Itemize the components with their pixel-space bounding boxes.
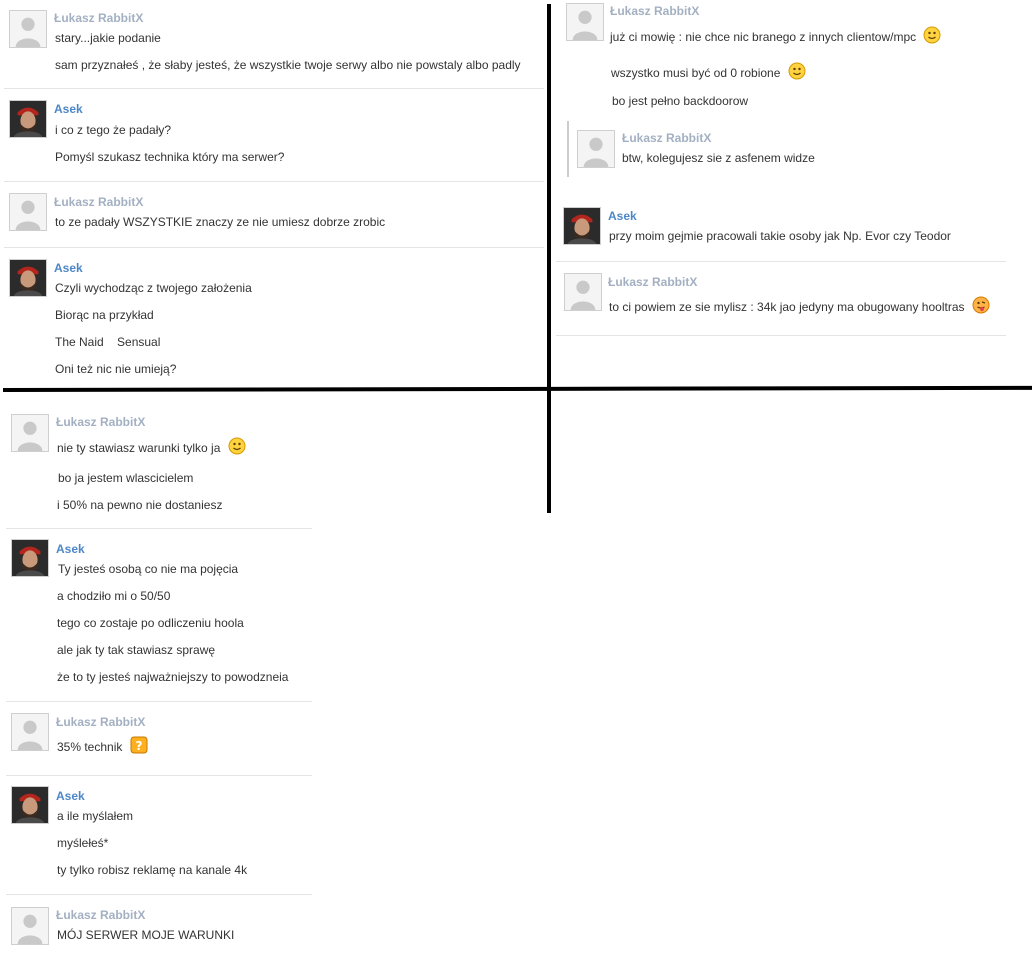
message-text: to ze padały WSZYSTKIE znaczy ze nie umi…: [55, 215, 386, 229]
message: Asek a ile myślałem myślełeś* ty tylko r…: [6, 776, 312, 895]
avatar-placeholder: [564, 273, 602, 311]
smile-emoticon-icon: [788, 62, 806, 83]
message-text: że to ty jesteś najważniejszy to powodzn…: [57, 670, 289, 684]
message-text: wszystko musi być od 0 robione: [611, 62, 806, 83]
avatar-placeholder: [11, 414, 49, 452]
message-text: przy moim gejmie pracowali takie osoby j…: [609, 229, 951, 243]
message-text-content: wszystko musi być od 0 robione: [611, 66, 781, 80]
message-text: bo ja jestem wlascicielem: [58, 471, 194, 485]
message-quoted: Łukasz RabbitX btw, kolegujesz sie z asf…: [574, 124, 1004, 176]
svg-text:?: ?: [135, 739, 142, 753]
message-text: Oni też nic nie umieją?: [55, 362, 177, 376]
message-text: Pomyśl szukasz technika który ma serwer?: [55, 150, 285, 164]
tongue-emoticon-icon: [972, 296, 990, 317]
avatar-placeholder: [9, 193, 47, 231]
sender-name[interactable]: Łukasz RabbitX: [54, 11, 143, 25]
sender-name[interactable]: Asek: [56, 542, 85, 556]
message-text: sam przyznałeś , że słaby jesteś, że wsz…: [55, 58, 521, 72]
message-text: i co z tego że padały?: [55, 123, 172, 137]
quote-bar: [567, 121, 569, 177]
sender-name[interactable]: Asek: [54, 102, 83, 116]
message: Asek przy moim gejmie pracowali takie os…: [556, 196, 1006, 262]
message: Łukasz RabbitX stary...jakie podanie sam…: [4, 4, 544, 89]
message-text: stary...jakie podanie: [55, 31, 161, 45]
message-text: Czyli wychodząc z twojego założenia: [55, 281, 252, 295]
message-text: nie ty stawiasz warunki tylko ja: [57, 437, 246, 458]
panel-top-left: Łukasz RabbitX stary...jakie podanie sam…: [0, 0, 548, 390]
message-text: ale jak ty tak stawiasz sprawę: [57, 643, 216, 657]
message: Asek Ty jesteś osobą co nie ma pojęcia a…: [6, 529, 312, 702]
message: Łukasz RabbitX MÓJ SERWER MOJE WARUNKI: [6, 895, 312, 961]
horizontal-divider-line: [2, 385, 1032, 392]
avatar-placeholder: [577, 130, 615, 168]
message-text: a ile myślałem: [57, 809, 134, 823]
avatar-asek: [9, 259, 47, 297]
message-text: a chodziło mi o 50/50: [57, 589, 171, 603]
sender-name[interactable]: Łukasz RabbitX: [54, 195, 143, 209]
sender-name[interactable]: Łukasz RabbitX: [56, 908, 145, 922]
sender-name[interactable]: Łukasz RabbitX: [622, 131, 711, 145]
message-text-content: 35% technik: [57, 740, 123, 754]
smile-emoticon-icon: [228, 437, 246, 458]
avatar-asek: [11, 786, 49, 824]
message: Łukasz RabbitX już ci mowię : nie chce n…: [556, 0, 1006, 120]
avatar-asek: [9, 100, 47, 138]
avatar-asek: [563, 207, 601, 245]
message-text: The Naid Sensual: [55, 335, 161, 349]
message: Łukasz RabbitX nie ty stawiasz warunki t…: [6, 405, 312, 529]
sender-name[interactable]: Łukasz RabbitX: [610, 4, 699, 18]
sender-name[interactable]: Łukasz RabbitX: [608, 275, 697, 289]
message-text: btw, kolegujesz sie z asfenem widze: [622, 151, 815, 165]
message-text: 35% technik ?: [57, 736, 148, 757]
message: Łukasz RabbitX to ci powiem ze sie mylis…: [556, 262, 1006, 336]
sender-name[interactable]: Asek: [54, 261, 83, 275]
sender-name[interactable]: Asek: [56, 789, 85, 803]
avatar-asek: [11, 539, 49, 577]
panel-bottom: Łukasz RabbitX nie ty stawiasz warunki t…: [0, 395, 320, 974]
message-text-content: już ci mowię : nie chce nic branego z in…: [610, 30, 917, 44]
message: Asek i co z tego że padały? Pomyśl szuka…: [4, 89, 544, 182]
smile-emoticon-icon: [923, 26, 941, 47]
message-text: i 50% na pewno nie dostaniesz: [57, 498, 223, 512]
message-text: MÓJ SERWER MOJE WARUNKI: [57, 928, 235, 942]
message-text-content: nie ty stawiasz warunki tylko ja: [57, 441, 221, 455]
message-text-content: to ci powiem ze sie mylisz : 34k jao jed…: [609, 300, 965, 314]
message: Asek Czyli wychodząc z twojego założenia…: [4, 248, 544, 388]
sender-name[interactable]: Łukasz RabbitX: [56, 415, 145, 429]
panel-top-right: Łukasz RabbitX już ci mowię : nie chce n…: [556, 0, 1016, 385]
message-text: Biorąc na przykład: [55, 308, 154, 322]
message-text: Ty jesteś osobą co nie ma pojęcia: [58, 562, 239, 576]
message: Łukasz RabbitX 35% technik ?: [6, 702, 312, 776]
message-text: ty tylko robisz reklamę na kanale 4k: [57, 863, 248, 877]
message-text: bo jest pełno backdoorow: [612, 94, 749, 108]
message-text: myślełeś*: [57, 836, 109, 850]
message-text: już ci mowię : nie chce nic branego z in…: [610, 26, 941, 47]
message: Łukasz RabbitX to ze padały WSZYSTKIE zn…: [4, 182, 544, 248]
message-text: to ci powiem ze sie mylisz : 34k jao jed…: [609, 296, 990, 317]
sender-name[interactable]: Łukasz RabbitX: [56, 715, 145, 729]
avatar-placeholder: [11, 713, 49, 751]
sender-name[interactable]: Asek: [608, 209, 637, 223]
question-emoticon-icon: ?: [130, 736, 148, 757]
message-text: tego co zostaje po odliczeniu hoola: [57, 616, 244, 630]
avatar-placeholder: [9, 10, 47, 48]
avatar-placeholder: [566, 3, 604, 41]
vertical-divider-line: [547, 4, 551, 513]
avatar-placeholder: [11, 907, 49, 945]
